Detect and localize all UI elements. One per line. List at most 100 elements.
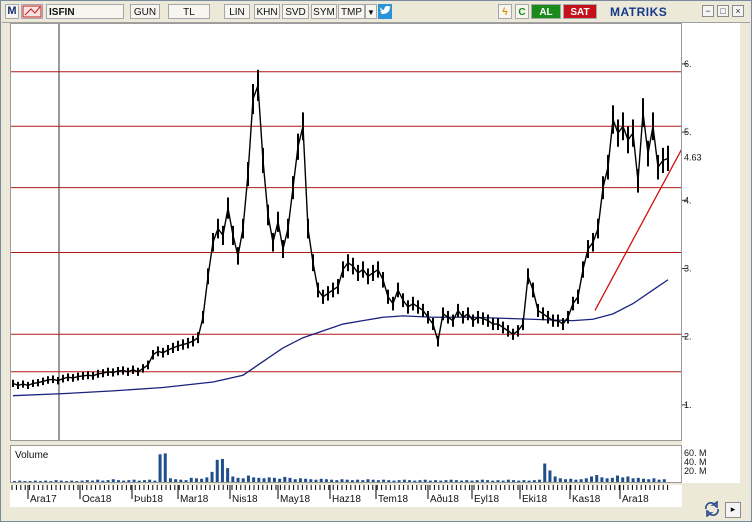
moving-average-line: [12, 279, 669, 397]
volume-bar: [548, 470, 552, 482]
period-button[interactable]: GUN: [130, 4, 160, 19]
volume-bar: [13, 481, 16, 482]
volume-bar: [564, 479, 568, 482]
y-tick-label: 1.: [684, 400, 692, 410]
svd-button[interactable]: SVD: [282, 4, 309, 19]
price-line: [12, 85, 669, 387]
volume-bar: [460, 480, 464, 482]
volume-bar: [626, 476, 630, 482]
volume-bar: [142, 480, 146, 482]
price-chart-area[interactable]: [10, 23, 684, 441]
volume-bar: [314, 479, 318, 482]
price-chart: [11, 24, 684, 440]
scroll-right-icon[interactable]: ▸: [725, 502, 741, 518]
refresh-icon[interactable]: [703, 500, 721, 518]
volume-bar: [522, 480, 526, 482]
volume-bar: [517, 480, 521, 482]
scale-button[interactable]: LIN: [224, 4, 250, 19]
volume-bar: [49, 481, 53, 482]
minimize-icon[interactable]: −: [702, 5, 714, 17]
chart-icon: [22, 5, 42, 18]
tmp-button[interactable]: TMP: [338, 4, 365, 19]
c-button[interactable]: C: [515, 4, 529, 19]
symbol-chart-icon[interactable]: [21, 4, 43, 19]
volume-bar: [366, 479, 370, 482]
volume-bar: [579, 479, 583, 482]
x-tick-label: Ara18: [622, 494, 649, 505]
volume-bar: [137, 480, 141, 482]
maximize-icon[interactable]: □: [717, 5, 729, 17]
volume-bar: [38, 481, 42, 482]
volume-bar: [96, 479, 100, 482]
sym-button[interactable]: SYM: [311, 4, 337, 19]
volume-bar: [636, 477, 640, 482]
volume-bar: [288, 477, 292, 482]
toolbar: M ISFIN GUN TL LIN KHN SVD SYM TMP ▼ ϟ C…: [2, 2, 750, 23]
y-tick-label: 5.: [684, 127, 692, 137]
currency-button[interactable]: TL: [168, 4, 210, 19]
volume-bar: [413, 480, 417, 482]
volume-bar: [189, 477, 193, 482]
x-tick-label: Eyl18: [474, 494, 499, 505]
volume-bar: [330, 479, 334, 482]
volume-bar: [392, 480, 396, 482]
volume-bar: [267, 477, 271, 482]
symbol-field[interactable]: ISFIN: [46, 4, 124, 19]
volume-bar: [262, 478, 266, 482]
volume-bar: [168, 478, 172, 482]
app-logo[interactable]: M: [5, 4, 19, 19]
khn-button[interactable]: KHN: [254, 4, 280, 19]
volume-bar: [90, 480, 94, 482]
volume-bar: [231, 476, 235, 482]
volume-bar: [631, 478, 635, 482]
volume-bar: [361, 480, 365, 482]
volume-bar: [33, 480, 37, 482]
x-tick-label: Tem18: [378, 494, 408, 505]
volume-bar: [85, 480, 89, 482]
volume-bar: [496, 480, 500, 482]
volume-bar: [184, 480, 188, 482]
x-tick-label: Kas18: [572, 494, 601, 505]
volume-bar: [148, 479, 152, 482]
lightning-icon[interactable]: ϟ: [498, 4, 512, 19]
dropdown-arrow-icon[interactable]: ▼: [365, 4, 377, 19]
bird-icon: [380, 5, 391, 14]
volume-bar: [647, 479, 651, 482]
volume-bar: [590, 476, 594, 482]
volume-bar: [376, 480, 380, 482]
volume-bar: [54, 480, 58, 482]
chart-window: M ISFIN GUN TL LIN KHN SVD SYM TMP ▼ ϟ C…: [0, 0, 752, 522]
volume-bar: [595, 475, 599, 482]
buy-button[interactable]: AL: [531, 4, 561, 19]
brand-logo: MATRIKS: [610, 5, 668, 19]
volume-bar: [371, 479, 375, 482]
volume-bar: [106, 480, 110, 482]
volume-bar: [506, 479, 510, 482]
volume-bar: [132, 479, 136, 482]
volume-bar: [553, 476, 557, 482]
volume-bar: [382, 479, 386, 482]
volume-bar: [220, 458, 224, 482]
volume-bar: [205, 477, 209, 482]
volume-bar: [298, 478, 302, 482]
volume-bar: [174, 479, 178, 482]
volume-bar: [179, 479, 183, 482]
volume-bar: [527, 480, 531, 482]
sell-button[interactable]: SAT: [563, 4, 597, 19]
volume-bar: [657, 479, 661, 482]
volume-panel[interactable]: Volume: [10, 445, 682, 483]
x-tick-label: Haz18: [332, 494, 361, 505]
volume-bar: [283, 476, 287, 482]
close-icon[interactable]: ×: [732, 5, 744, 17]
volume-bar: [257, 477, 261, 482]
y-tick-label: 2.: [684, 332, 692, 342]
volume-bar: [662, 479, 666, 482]
volume-bar: [610, 477, 614, 482]
x-tick-label: Eki18: [522, 494, 547, 505]
volume-bar: [122, 480, 126, 482]
twitter-bird-icon[interactable]: [378, 4, 392, 19]
volume-bar: [309, 479, 313, 482]
x-tick-label: Oca18: [82, 494, 112, 505]
volume-bar: [491, 480, 495, 482]
volume-bar: [127, 480, 131, 482]
